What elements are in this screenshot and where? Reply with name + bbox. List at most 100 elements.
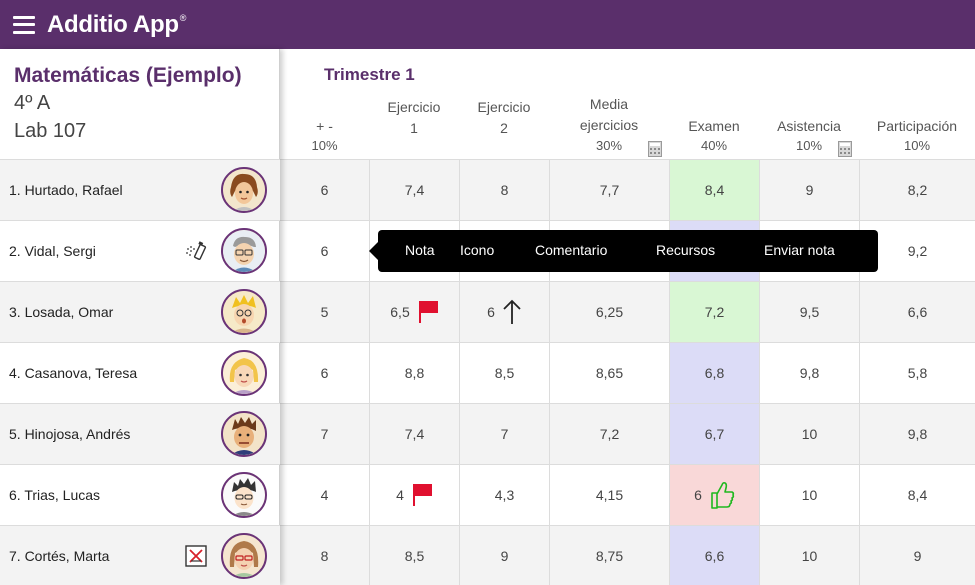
menu-item-recursos[interactable]: Recursos (656, 242, 715, 258)
grade-value: 6 (694, 487, 702, 503)
student-row[interactable]: 4. Casanova, Teresa (0, 342, 280, 403)
grade-cell[interactable]: 9 (859, 525, 975, 585)
grade-cell[interactable]: 6,25 (549, 281, 669, 342)
student-row[interactable]: 6. Trias, Lucas (0, 464, 280, 525)
grade-cell[interactable]: 8,4 (669, 159, 759, 220)
column-header-participacion[interactable]: Participación 10% (859, 49, 975, 159)
student-row[interactable]: 5. Hinojosa, Andrés (0, 403, 280, 464)
student-avatar[interactable] (221, 167, 267, 213)
grade-cell[interactable]: 9,8 (859, 403, 975, 464)
grade-cell[interactable]: 6 (280, 342, 369, 403)
grade-cell[interactable]: 8,5 (369, 525, 459, 585)
menu-item-icono[interactable]: Icono (460, 242, 494, 258)
column-weight: 10% (903, 138, 931, 153)
grade-cell[interactable]: 6 (459, 281, 549, 342)
student-avatar[interactable] (221, 350, 267, 396)
grade-cell[interactable]: 6,6 (669, 525, 759, 585)
student-row[interactable]: 7. Cortés, Marta (0, 525, 280, 585)
column-header-asistencia[interactable]: Asistencia 10% (759, 49, 859, 159)
grade-cell[interactable]: 9,5 (759, 281, 859, 342)
grade-cell[interactable]: 9 (759, 159, 859, 220)
spray-icon[interactable] (184, 240, 208, 262)
student-avatar[interactable] (221, 411, 267, 457)
grade-cell[interactable]: 7,4 (369, 403, 459, 464)
grade-cell[interactable]: 4 (369, 464, 459, 525)
student-column: Matemáticas (Ejemplo) 4º A Lab 107 1. Hu… (0, 49, 280, 585)
grade-cell[interactable]: 8,65 (549, 342, 669, 403)
column-label: Examen (688, 118, 740, 134)
grade-cell[interactable]: 6 (280, 159, 369, 220)
column-header-plus-minus[interactable]: + - 10% (280, 49, 369, 159)
student-avatar[interactable] (221, 289, 267, 335)
grade-cell[interactable]: 8,5 (459, 342, 549, 403)
grade-cell[interactable]: 7,4 (369, 159, 459, 220)
column-weight: 10% (311, 138, 338, 153)
student-avatar[interactable] (221, 228, 267, 274)
column-label: Ejercicio (477, 99, 531, 115)
student-row[interactable]: 1. Hurtado, Rafael (0, 159, 280, 220)
grade-cell[interactable]: 7 (280, 403, 369, 464)
grade-cell[interactable]: 6,6 (859, 281, 975, 342)
crossed-out-icon[interactable] (184, 545, 208, 567)
grade-cell[interactable]: 8,2 (859, 159, 975, 220)
column-label: + - (316, 118, 333, 134)
grade-cell[interactable]: 8 (280, 525, 369, 585)
grade-cell[interactable]: 6,5 (369, 281, 459, 342)
menu-item-comentario[interactable]: Comentario (535, 242, 607, 258)
grade-cell[interactable]: 10 (759, 403, 859, 464)
grade-cell[interactable]: 8,75 (549, 525, 669, 585)
grade-cell[interactable]: 7,2 (669, 281, 759, 342)
grade-cell[interactable]: 5 (280, 281, 369, 342)
grade-cell[interactable]: 9 (459, 525, 549, 585)
student-row[interactable]: 3. Losada, Omar (0, 281, 280, 342)
column-label: Ejercicio (387, 99, 441, 115)
grade-cell[interactable]: 8,4 (859, 464, 975, 525)
grade-cell[interactable]: 8 (459, 159, 549, 220)
column-label-line2: 1 (410, 120, 418, 136)
menu-item-nota[interactable]: Nota (405, 242, 435, 258)
app-title: Additio App® (47, 11, 186, 39)
grade-cell[interactable]: 6,8 (669, 342, 759, 403)
thumbs-up-icon (711, 481, 735, 509)
cell-context-menu: Nota Icono Comentario Recursos Enviar no… (369, 230, 878, 272)
grade-cell[interactable]: 10 (759, 464, 859, 525)
hamburger-menu-icon[interactable] (13, 15, 35, 34)
grade-cell[interactable]: 6 (280, 220, 369, 281)
grade-cell[interactable]: 5,8 (859, 342, 975, 403)
column-header-ejercicio-2[interactable]: Ejercicio 2 (459, 49, 549, 159)
grade-value: 6,5 (390, 304, 410, 320)
trademark-mark: ® (179, 12, 187, 23)
student-avatar[interactable] (221, 533, 267, 579)
grade-cell[interactable]: 7,2 (549, 403, 669, 464)
grade-cell[interactable]: 4,3 (459, 464, 549, 525)
column-label-line2: 2 (500, 120, 508, 136)
red-flag-icon (418, 301, 438, 323)
column-header-media-ejercicios[interactable]: Media ejercicios 30% (549, 49, 669, 159)
class-header: Matemáticas (Ejemplo) 4º A Lab 107 (0, 49, 279, 159)
grade-cell[interactable]: 6 (669, 464, 759, 525)
menu-item-enviar-nota[interactable]: Enviar nota (764, 242, 835, 258)
grade-cell[interactable]: 9,8 (759, 342, 859, 403)
class-room: Lab 107 (14, 120, 87, 142)
class-name: Matemáticas (Ejemplo) (14, 64, 242, 87)
grade-cell[interactable]: 10 (759, 525, 859, 585)
app-header: Additio App® (0, 0, 975, 49)
column-label-line2: ejercicios (579, 117, 639, 133)
grade-cell[interactable]: 7 (459, 403, 549, 464)
grade-cell[interactable]: 7,7 (549, 159, 669, 220)
column-label: Participación (876, 118, 958, 134)
class-group: 4º A (14, 92, 51, 114)
grade-cell[interactable]: 6,7 (669, 403, 759, 464)
grade-value: 6 (487, 304, 495, 320)
column-header-ejercicio-1[interactable]: Ejercicio 1 (369, 49, 459, 159)
student-avatar[interactable] (221, 472, 267, 518)
column-header-examen[interactable]: Examen 40% (669, 49, 759, 159)
grade-cell[interactable]: 8,8 (369, 342, 459, 403)
calculator-icon[interactable] (648, 141, 662, 157)
grade-cell[interactable]: 4,15 (549, 464, 669, 525)
red-flag-icon (412, 484, 432, 506)
calculator-icon[interactable] (838, 141, 852, 157)
student-row[interactable]: 2. Vidal, Sergi (0, 220, 280, 281)
column-weight: 40% (700, 138, 728, 153)
grade-cell[interactable]: 4 (280, 464, 369, 525)
